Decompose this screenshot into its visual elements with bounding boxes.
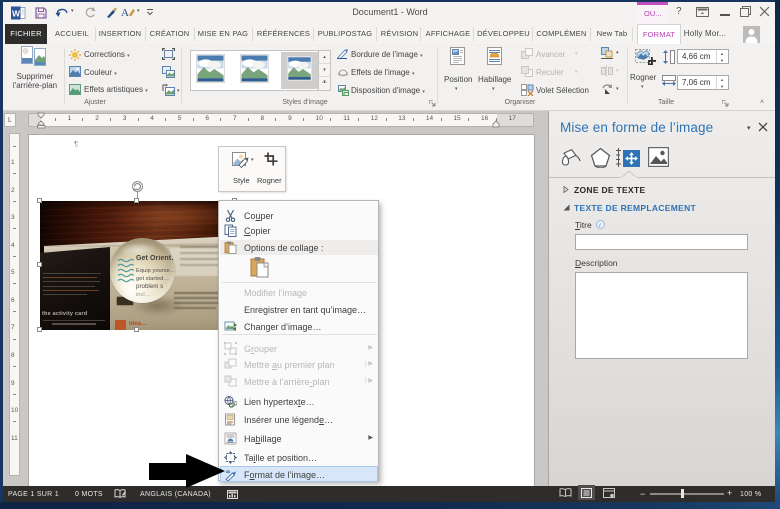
svg-text:i: i (599, 222, 601, 229)
